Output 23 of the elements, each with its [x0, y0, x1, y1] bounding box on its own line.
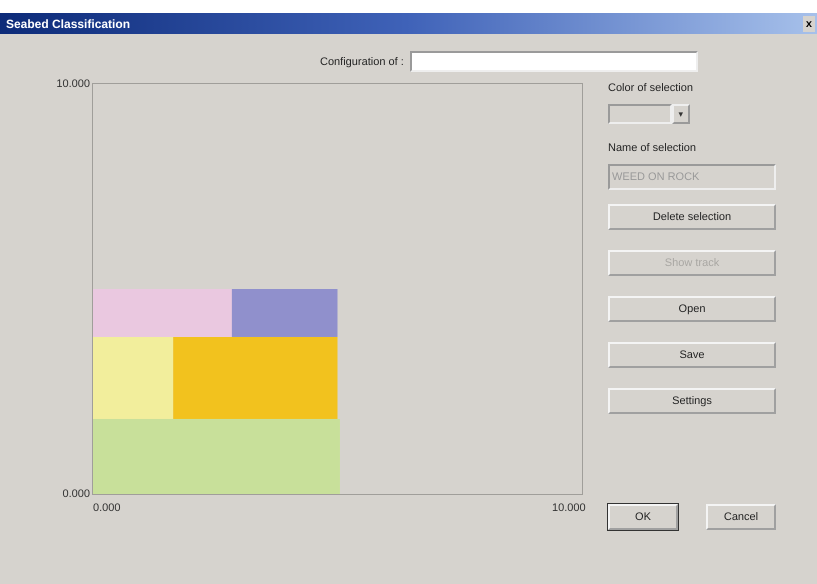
selection-region[interactable]	[93, 418, 340, 494]
selection-region[interactable]	[173, 336, 338, 419]
action-button[interactable]: Open	[608, 296, 776, 322]
close-button[interactable]: x	[802, 16, 815, 32]
selection-region[interactable]	[93, 289, 232, 337]
selection-region[interactable]	[93, 336, 174, 419]
color-label: Color of selection	[608, 82, 694, 94]
y-tick-label: 0.000	[62, 488, 90, 500]
window-title: Seabed Classification	[6, 16, 130, 30]
x-tick-label: 10.000	[552, 502, 586, 514]
y-tick-label: 10.000	[56, 78, 90, 90]
selection-region[interactable]	[232, 289, 338, 337]
action-button[interactable]: Save	[608, 342, 776, 368]
configuration-label: Configuration of :	[320, 56, 404, 68]
x-tick-label: 0.000	[93, 502, 121, 514]
name-label: Name of selection	[608, 142, 698, 154]
dialog-button[interactable]: OK	[608, 504, 678, 530]
dialog-button[interactable]: Cancel	[706, 504, 776, 530]
configuration-field[interactable]	[410, 51, 698, 72]
action-button[interactable]: Settings	[608, 388, 776, 414]
color-dropdown[interactable]	[608, 104, 672, 124]
action-button[interactable]: Delete selection	[608, 204, 776, 230]
dropdown-button[interactable]: ▾	[672, 104, 690, 124]
